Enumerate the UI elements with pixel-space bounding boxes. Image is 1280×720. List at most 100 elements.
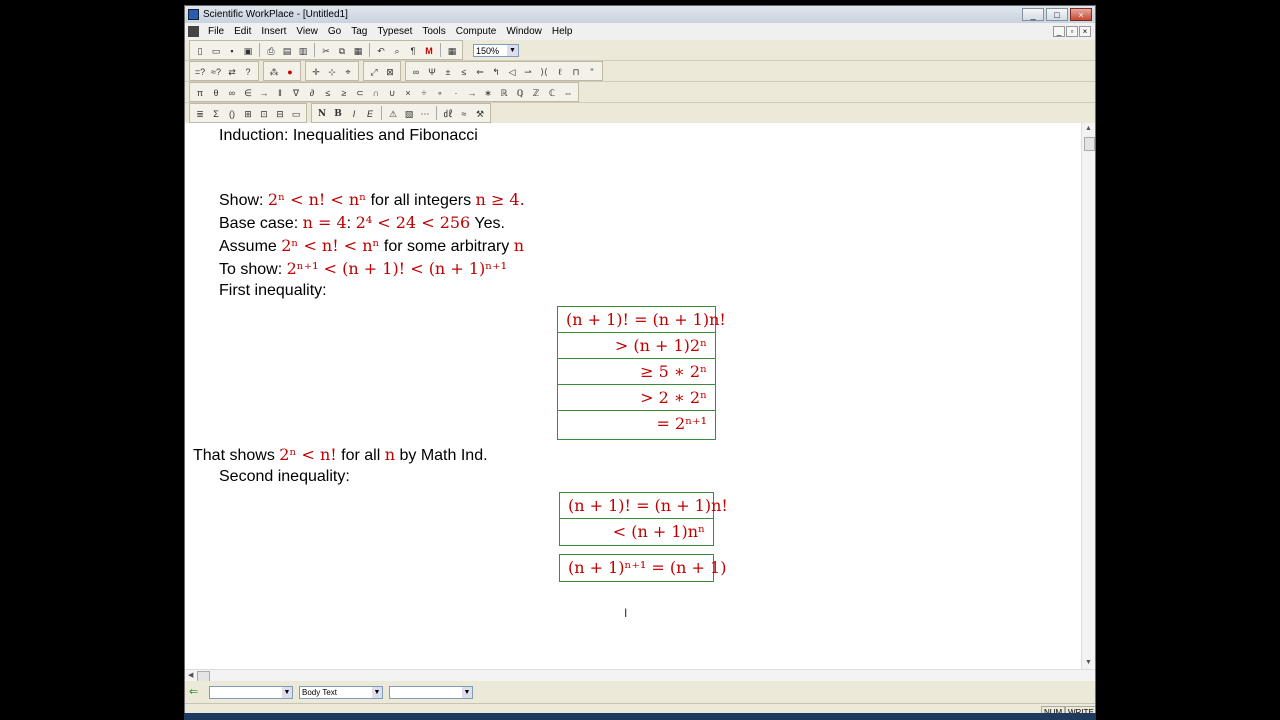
display-icon[interactable]: ⊟: [273, 106, 287, 120]
bold-button[interactable]: B: [331, 106, 345, 120]
label-icon[interactable]: ⇀: [521, 64, 535, 78]
plot-3d-icon[interactable]: ●: [283, 64, 297, 78]
search-icon[interactable]: ⌕: [390, 43, 404, 57]
menu-view[interactable]: View: [291, 26, 323, 37]
scroll-thumb[interactable]: [1084, 137, 1095, 151]
document-area[interactable]: Induction: Inequalities and Fibonacci Sh…: [185, 123, 1081, 669]
cut-icon[interactable]: ✂: [319, 43, 333, 57]
subscript-icon[interactable]: ≤: [457, 64, 471, 78]
fraction-icon[interactable]: ∞: [409, 64, 423, 78]
display-row[interactable]: (n + 1)ⁿ⁺¹ = (n + 1): [560, 555, 726, 581]
scroll-up-icon[interactable]: ▲: [1082, 123, 1095, 135]
doc-restore-button[interactable]: ▫: [1066, 26, 1078, 37]
body-math-icon[interactable]: ≣: [193, 106, 207, 120]
menu-window[interactable]: Window: [501, 26, 547, 37]
tools-icon[interactable]: ⚒: [473, 106, 487, 120]
intersection-icon[interactable]: ∩: [369, 85, 383, 99]
close-button[interactable]: ×: [1070, 8, 1092, 21]
union-icon[interactable]: ∪: [385, 85, 399, 99]
normal-text-button[interactable]: N: [315, 106, 329, 120]
matrix-icon[interactable]: ⁂: [267, 64, 281, 78]
back-arrow-icon[interactable]: ⇐: [189, 686, 203, 698]
misc-icon[interactable]: ‖: [273, 85, 287, 99]
chevron-down-icon[interactable]: ▼: [462, 686, 472, 698]
vertical-scrollbar[interactable]: ▲ ▼: [1081, 123, 1095, 669]
sum-icon[interactable]: Σ: [209, 106, 223, 120]
divide-icon[interactable]: ÷: [417, 85, 431, 99]
menu-tag[interactable]: Tag: [346, 26, 372, 37]
save-icon[interactable]: ▪: [225, 43, 239, 57]
doc-close-button[interactable]: ×: [1079, 26, 1091, 37]
print-icon[interactable]: ⎙: [264, 43, 278, 57]
cdot-icon[interactable]: ·: [449, 85, 463, 99]
decoration-icon[interactable]: ⟩⟨: [537, 64, 551, 78]
math-mode-icon[interactable]: M: [422, 43, 436, 57]
box-icon[interactable]: ▭: [289, 106, 303, 120]
preview-icon[interactable]: ▤: [280, 43, 294, 57]
display-row[interactable]: ≥ 5 ∗ 2ⁿ: [558, 359, 715, 385]
menu-help[interactable]: Help: [547, 26, 578, 37]
plot-polar-icon[interactable]: ⊹: [325, 64, 339, 78]
copy-icon[interactable]: ⧉: [335, 43, 349, 57]
plot-2d-icon[interactable]: ✛: [309, 64, 323, 78]
display-row[interactable]: = 2ⁿ⁺¹: [558, 411, 715, 437]
section-tag-select[interactable]: ▼: [389, 685, 473, 699]
image-icon[interactable]: ▧: [402, 106, 416, 120]
italic-button[interactable]: I: [347, 106, 361, 120]
fragment-icon[interactable]: ⤢: [367, 64, 381, 78]
nabla-icon[interactable]: ∇: [289, 85, 303, 99]
chevron-down-icon[interactable]: ▼: [372, 686, 382, 698]
zoom-tag-icon[interactable]: ⊠: [383, 64, 397, 78]
symbol-icon[interactable]: ⊓: [569, 64, 583, 78]
doc-minimize-button[interactable]: _: [1053, 26, 1065, 37]
diamond-icon[interactable]: ⇔: [561, 85, 575, 99]
display-row[interactable]: (n + 1)! = (n + 1)n!: [560, 493, 728, 519]
new-file-icon[interactable]: ▯: [193, 43, 207, 57]
right-arrow-icon[interactable]: →: [465, 85, 479, 99]
brackets-icon[interactable]: ⇐: [473, 64, 487, 78]
menu-edit[interactable]: Edit: [229, 26, 256, 37]
save-all-icon[interactable]: ▣: [241, 43, 255, 57]
matrix-grid-icon[interactable]: ⊞: [241, 106, 255, 120]
maximize-button[interactable]: □: [1046, 8, 1068, 21]
circ-icon[interactable]: ∘: [433, 85, 447, 99]
menu-go[interactable]: Go: [323, 26, 346, 37]
undo-icon[interactable]: ↶: [374, 43, 388, 57]
text-tag-select[interactable]: Body Text ▼: [299, 685, 383, 699]
greek-theta-icon[interactable]: θ: [209, 85, 223, 99]
unit-icon[interactable]: ℓ: [553, 64, 567, 78]
quote-icon[interactable]: ": [585, 64, 599, 78]
plot-implicit-icon[interactable]: ⌖: [341, 64, 355, 78]
link-icon[interactable]: ⋯: [418, 106, 432, 120]
paragraph-icon[interactable]: ¶: [406, 43, 420, 57]
first-inequality-display[interactable]: (n + 1)! = (n + 1)n! > (n + 1)2ⁿ ≥ 5 ∗ 2…: [557, 306, 726, 440]
display-row[interactable]: > (n + 1)2ⁿ: [558, 333, 715, 359]
scroll-down-icon[interactable]: ▼: [1082, 657, 1095, 669]
chevron-down-icon[interactable]: ▼: [282, 686, 292, 698]
open-folder-icon[interactable]: ▭: [209, 43, 223, 57]
minimize-button[interactable]: _: [1022, 8, 1044, 21]
second-inequality-display[interactable]: (n + 1)! = (n + 1)n! < (n + 1)nⁿ: [559, 492, 728, 546]
menu-insert[interactable]: Insert: [256, 26, 291, 37]
matrix-template-icon[interactable]: ◁: [505, 64, 519, 78]
menu-compute[interactable]: Compute: [451, 26, 502, 37]
brackets-grid-icon[interactable]: ⊡: [257, 106, 271, 120]
binary-ops-icon[interactable]: ∞: [225, 85, 239, 99]
zoom-select[interactable]: 150% ▼: [473, 43, 519, 57]
display-row[interactable]: > 2 ∗ 2ⁿ: [558, 385, 715, 411]
display-row[interactable]: (n + 1)! = (n + 1)n!: [558, 307, 726, 333]
partial-icon[interactable]: ∂: [305, 85, 319, 99]
expand-icon[interactable]: ?: [241, 64, 255, 78]
item-tag-select[interactable]: ▼: [209, 685, 293, 699]
evaluate-icon[interactable]: =?: [193, 64, 207, 78]
menu-file[interactable]: File: [203, 26, 229, 37]
times-icon[interactable]: ×: [401, 85, 415, 99]
element-of-icon[interactable]: ∈: [241, 85, 255, 99]
third-display[interactable]: (n + 1)ⁿ⁺¹ = (n + 1): [559, 554, 726, 582]
greek-lower-icon[interactable]: π: [193, 85, 207, 99]
menu-tools[interactable]: Tools: [417, 26, 450, 37]
parentheses-icon[interactable]: (): [225, 106, 239, 120]
paste-icon[interactable]: ▦: [351, 43, 365, 57]
complex-icon[interactable]: ℂ: [545, 85, 559, 99]
text-tag-icon[interactable]: ㎗: [441, 106, 455, 120]
